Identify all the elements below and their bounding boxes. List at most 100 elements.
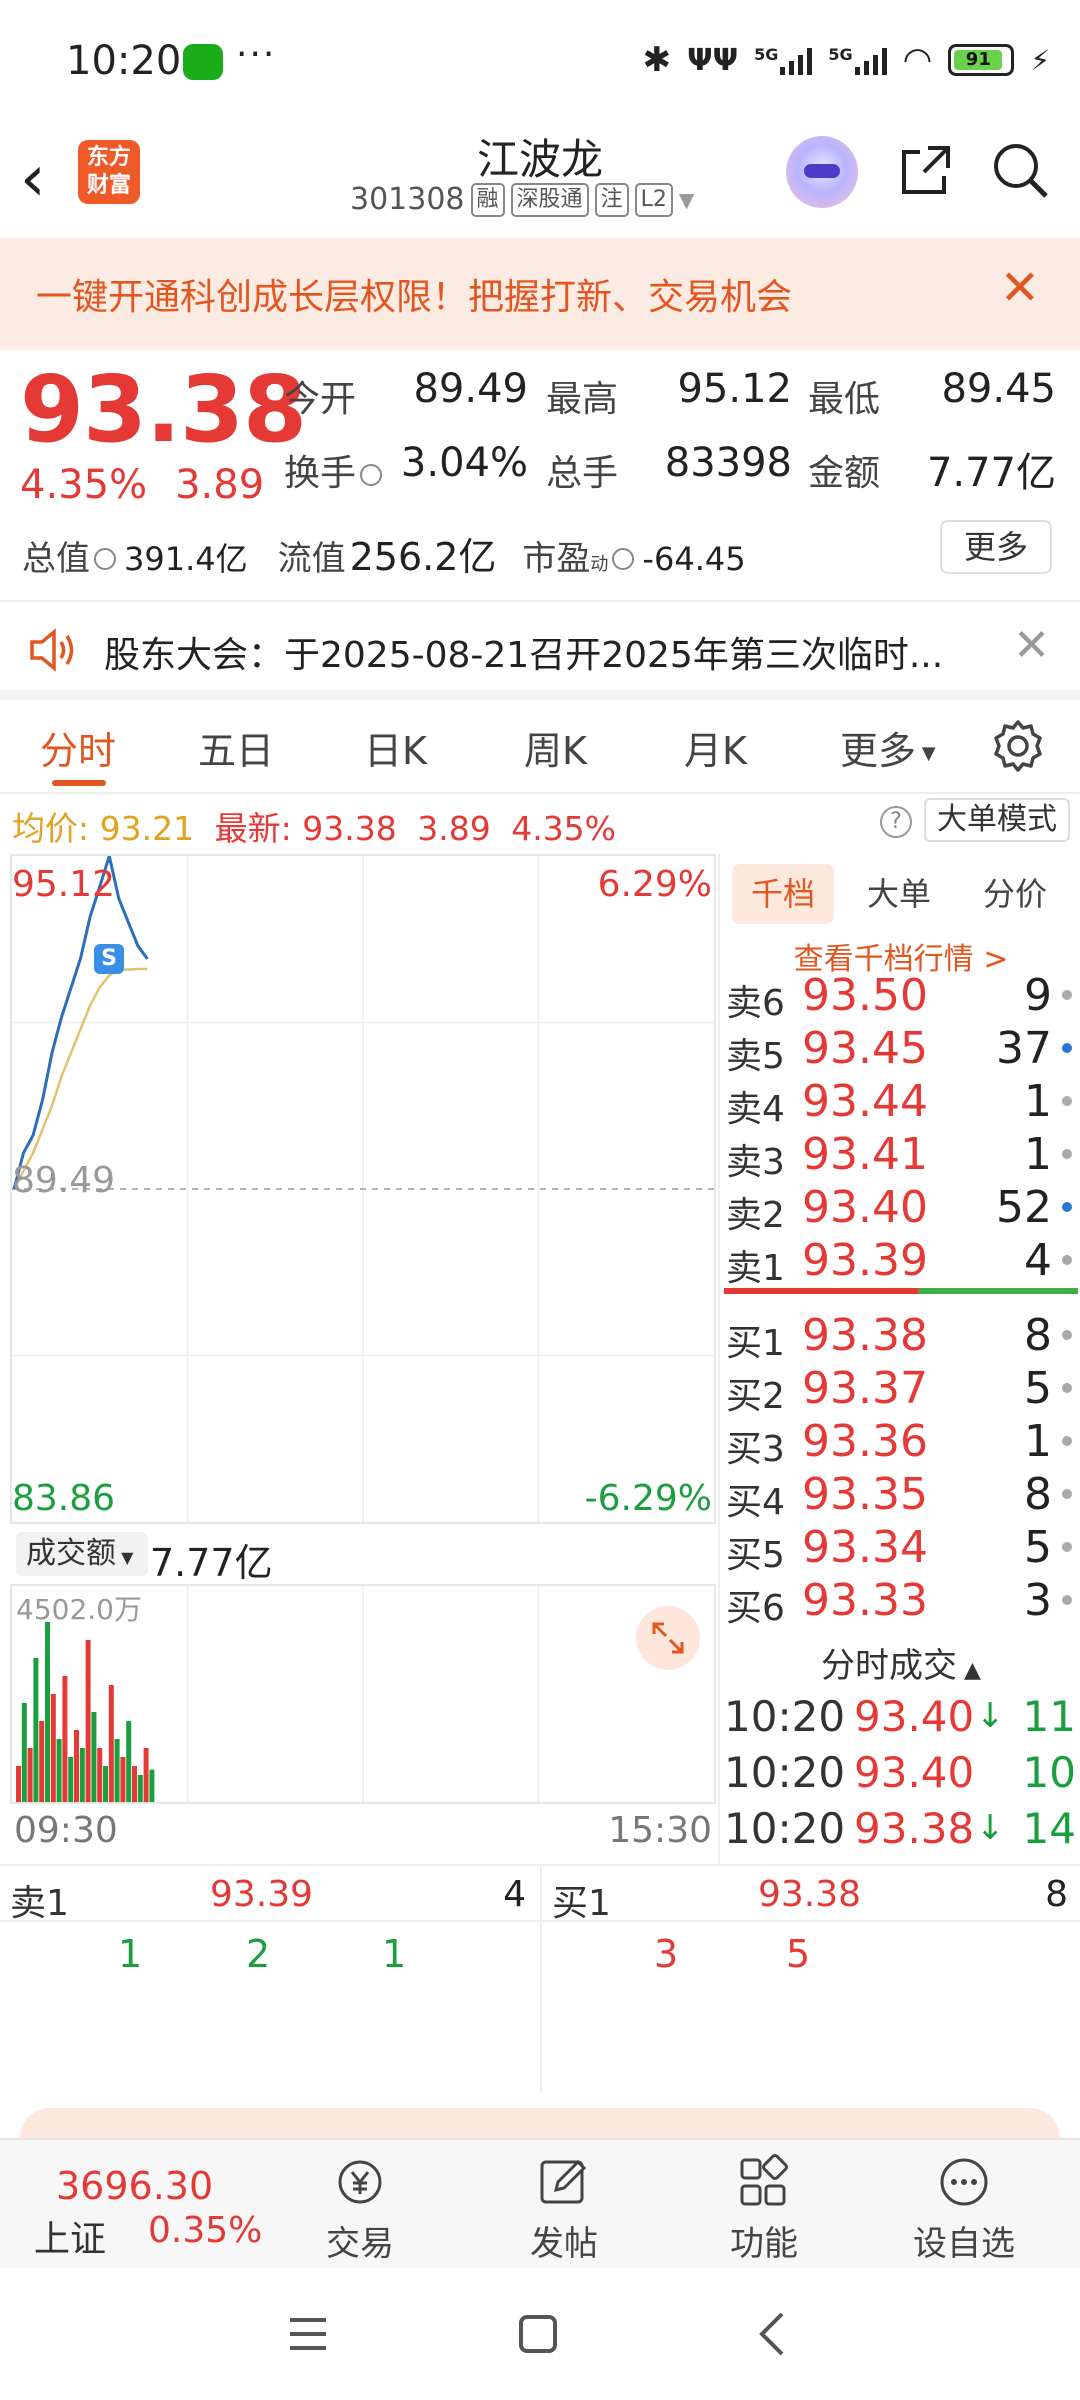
volume-bar bbox=[85, 1640, 91, 1802]
time-end-label: 15:30 bbox=[608, 1810, 712, 1851]
bid-row[interactable]: 买3 93.36 1 bbox=[720, 1416, 1080, 1470]
tick-price: 93.40 bbox=[854, 1692, 975, 1741]
bid-qty: 5 bbox=[1024, 1522, 1052, 1573]
tab-big-orders[interactable]: 大单 bbox=[848, 864, 950, 924]
bid-price: 93.38 bbox=[802, 1310, 928, 1361]
order-dot-icon bbox=[1062, 1202, 1072, 1212]
tick-trades-title[interactable]: 分时成交 ▲ bbox=[720, 1638, 1080, 1687]
tab-daily-k[interactable]: 日K bbox=[364, 720, 427, 775]
settings-gear-icon[interactable] bbox=[990, 718, 1046, 774]
pe-dynamic-sup: 动 bbox=[590, 554, 609, 575]
nav-add-watchlist[interactable]: 设自选 bbox=[894, 2154, 1034, 2265]
volume-bar bbox=[120, 1757, 126, 1802]
ask-row[interactable]: 卖4 93.44 1 bbox=[720, 1076, 1080, 1130]
big-order-mode-button[interactable]: 大单模式 bbox=[924, 798, 1070, 842]
tab-more[interactable]: 更多 ▼ bbox=[840, 720, 936, 775]
tab-price-distribution[interactable]: 分价 bbox=[964, 864, 1066, 924]
bid-row[interactable]: 买1 93.38 8 bbox=[720, 1310, 1080, 1364]
index-value[interactable]: 3696.30 bbox=[56, 2164, 213, 2208]
ask-level-label: 卖4 bbox=[726, 1089, 785, 1130]
float-cap-label: 流值 bbox=[277, 539, 346, 579]
announcement-bar[interactable]: 股东大会：于2025-08-21召开2025年第三次临时... ✕ bbox=[0, 600, 1080, 700]
status-icons: ✱ ΨΨ 5G 5G ◠ 91 ⚡ bbox=[643, 38, 1050, 82]
stock-code: 301308 bbox=[350, 182, 465, 217]
queue-order: 5 bbox=[786, 1932, 811, 1976]
bid-row[interactable]: 买2 93.37 5 bbox=[720, 1363, 1080, 1417]
bid-price: 93.33 bbox=[802, 1575, 928, 1626]
close-icon[interactable]: ✕ bbox=[1000, 260, 1040, 316]
expand-icon[interactable] bbox=[636, 1606, 700, 1670]
ask-row[interactable]: 卖1 93.39 4 bbox=[720, 1235, 1080, 1289]
speaker-icon bbox=[30, 628, 74, 672]
stock-code-row[interactable]: 301308 融 深股通 注 L2 ▼ bbox=[350, 182, 694, 217]
bid-level-label: 买4 bbox=[726, 1482, 785, 1523]
bid-level-label: 买5 bbox=[726, 1535, 785, 1576]
index-percent[interactable]: 0.35% bbox=[148, 2210, 262, 2251]
tab-weekly-k[interactable]: 周K bbox=[524, 720, 587, 775]
tick-time: 10:20 bbox=[724, 1692, 846, 1741]
volume-bar bbox=[21, 1703, 27, 1802]
volume-bar bbox=[108, 1685, 114, 1802]
hidden-promo-strip[interactable] bbox=[20, 2108, 1060, 2138]
tab-intraday[interactable]: 分时 bbox=[40, 720, 116, 775]
active-tab-indicator bbox=[52, 780, 106, 786]
home-icon[interactable] bbox=[516, 2312, 560, 2356]
triangle-up-icon: ▲ bbox=[957, 1658, 981, 1683]
index-name[interactable]: 上证 bbox=[34, 2210, 106, 2262]
ask-level-label: 卖1 bbox=[726, 1248, 785, 1289]
promo-banner[interactable]: 一键开通科创成长层权限！把握打新、交易机会 ✕ bbox=[0, 238, 1080, 350]
nav-functions[interactable]: 功能 bbox=[694, 2154, 834, 2265]
info-icon[interactable] bbox=[94, 548, 116, 570]
nav-trade[interactable]: 交易 bbox=[290, 2154, 430, 2265]
bid-row[interactable]: 买4 93.35 8 bbox=[720, 1469, 1080, 1523]
tab-monthly-k[interactable]: 月K bbox=[684, 720, 747, 775]
total-cap-value: 391.4亿 bbox=[124, 540, 248, 578]
ask-row[interactable]: 卖5 93.45 37 bbox=[720, 1023, 1080, 1077]
share-icon[interactable] bbox=[898, 142, 954, 198]
ask-price: 93.50 bbox=[802, 970, 928, 1021]
back-icon[interactable] bbox=[750, 2310, 794, 2358]
volume-bar bbox=[62, 1676, 68, 1802]
down-arrow-icon: ↓ bbox=[976, 1696, 1005, 1736]
nav-post[interactable]: 发帖 bbox=[494, 2154, 634, 2265]
ask-queue[interactable]: 卖1 93.39 4 1 2 1 bbox=[0, 1866, 540, 2092]
last-label: 最新: bbox=[214, 809, 292, 848]
level1-queue: 卖1 93.39 4 1 2 1 买1 93.38 8 3 5 bbox=[0, 1864, 1080, 2092]
ask-level-label: 卖2 bbox=[726, 1195, 785, 1236]
ask-level-label: 卖6 bbox=[726, 983, 785, 1024]
info-icon[interactable] bbox=[612, 548, 635, 570]
low-value: 89.45 bbox=[941, 366, 1056, 412]
tab-five-day[interactable]: 五日 bbox=[198, 720, 274, 775]
menu-icon[interactable] bbox=[286, 2312, 330, 2356]
turnover-label[interactable]: 换手 bbox=[284, 444, 386, 496]
help-icon[interactable]: ? bbox=[880, 806, 912, 838]
tab-thousand-levels[interactable]: 千档 bbox=[732, 864, 834, 924]
chevron-down-icon: ▼ bbox=[678, 187, 695, 212]
signal-marker-icon[interactable]: S bbox=[94, 944, 124, 974]
bid-queue[interactable]: 买1 93.38 8 3 5 bbox=[540, 1866, 1080, 2092]
search-icon[interactable] bbox=[990, 140, 1050, 200]
ask-row[interactable]: 卖3 93.41 1 bbox=[720, 1129, 1080, 1183]
ask-qty: 52 bbox=[996, 1182, 1052, 1233]
intraday-chart[interactable]: 95.12 6.29% 89.49 83.86 -6.29% S bbox=[10, 854, 716, 1524]
more-button[interactable]: 更多 bbox=[940, 520, 1052, 574]
bid-row[interactable]: 买5 93.34 5 bbox=[720, 1522, 1080, 1576]
down-arrow-icon: ↓ bbox=[976, 1808, 1005, 1848]
bid-row[interactable]: 买6 93.33 3 bbox=[720, 1575, 1080, 1629]
announcement-text: 股东大会：于2025-08-21召开2025年第三次临时... bbox=[104, 635, 944, 676]
volume-bar bbox=[114, 1739, 120, 1802]
tick-price: 93.38 bbox=[854, 1804, 975, 1853]
tick-time: 10:20 bbox=[724, 1748, 846, 1797]
ask-row[interactable]: 卖6 93.50 9 bbox=[720, 970, 1080, 1024]
queue-order: 2 bbox=[246, 1932, 271, 1976]
volume-bar bbox=[91, 1712, 97, 1802]
stock-header: ‹ 东方财富 江波龙 301308 融 深股通 注 L2 ▼ bbox=[0, 120, 1080, 238]
volume-metric-select[interactable]: 成交额 ▼ bbox=[16, 1532, 148, 1576]
assistant-robot-icon[interactable] bbox=[786, 136, 858, 208]
order-dot-icon bbox=[1062, 990, 1072, 1000]
close-icon[interactable]: ✕ bbox=[1013, 620, 1050, 671]
order-dot-icon bbox=[1062, 1149, 1072, 1159]
ask-row[interactable]: 卖2 93.40 52 bbox=[720, 1182, 1080, 1236]
volume-max-label: 4502.0万 bbox=[16, 1593, 142, 1626]
signal-2-icon: 5G bbox=[828, 45, 887, 75]
